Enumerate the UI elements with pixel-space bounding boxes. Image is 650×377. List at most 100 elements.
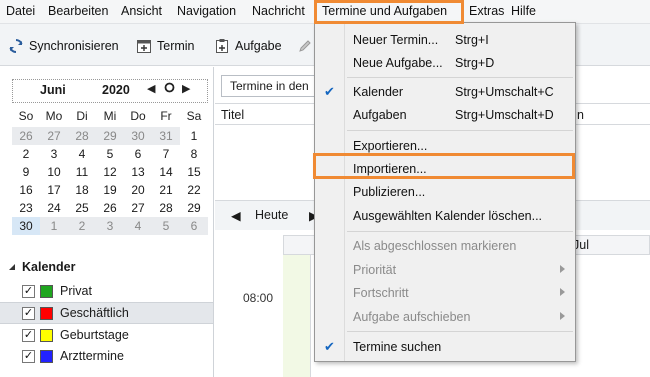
day-cell[interactable]: 4 bbox=[68, 145, 96, 163]
day-cell[interactable]: 30 bbox=[124, 127, 152, 145]
day-cell[interactable]: 22 bbox=[180, 181, 208, 199]
calendar-item-arzttermine[interactable]: ✓ Arzttermine bbox=[0, 345, 213, 367]
today-button[interactable]: Heute bbox=[255, 208, 288, 222]
column-right[interactable]: n bbox=[577, 108, 584, 122]
menu-item-new-event[interactable]: Neuer Termin... Strg+I bbox=[315, 29, 575, 51]
menu-item-mark-completed: Als abgeschlossen markieren bbox=[315, 235, 575, 257]
menu-extras[interactable]: Extras bbox=[469, 4, 504, 18]
new-event-button[interactable]: Termin bbox=[136, 36, 195, 56]
day-cell[interactable]: 19 bbox=[96, 181, 124, 199]
checkbox[interactable]: ✓ bbox=[22, 349, 35, 363]
menu-item-aufgaben[interactable]: Aufgaben Strg+Umschalt+D bbox=[315, 104, 575, 126]
day-cell[interactable]: 28 bbox=[152, 199, 180, 217]
day-cell[interactable]: 1 bbox=[40, 217, 68, 235]
day-cell[interactable]: 7 bbox=[152, 145, 180, 163]
menu-navigation[interactable]: Navigation bbox=[177, 4, 236, 18]
day-cell[interactable]: 4 bbox=[124, 217, 152, 235]
menu-bearbeiten[interactable]: Bearbeiten bbox=[48, 4, 108, 18]
day-cell[interactable]: 17 bbox=[40, 181, 68, 199]
day-cell[interactable]: 3 bbox=[96, 217, 124, 235]
menu-item-label: Publizieren... bbox=[353, 185, 426, 199]
day-cell[interactable]: 27 bbox=[40, 127, 68, 145]
previous-day-icon[interactable]: ◀ bbox=[231, 208, 241, 223]
color-swatch bbox=[40, 306, 53, 320]
menu-item-shortcut: Strg+Umschalt+D bbox=[455, 108, 554, 122]
calendar-item-geburtstage[interactable]: ✓ Geburtstage bbox=[0, 324, 213, 346]
menu-item-exportieren[interactable]: Exportieren... bbox=[315, 135, 575, 157]
checkbox[interactable]: ✓ bbox=[22, 284, 35, 298]
day-cell[interactable]: 2 bbox=[68, 217, 96, 235]
sync-button[interactable]: Synchronisieren bbox=[8, 36, 119, 56]
column-title[interactable]: Titel bbox=[221, 108, 244, 122]
day-cell[interactable]: 3 bbox=[40, 145, 68, 163]
new-task-button[interactable]: Aufgabe bbox=[214, 36, 282, 56]
day-cell-today[interactable]: 30 bbox=[12, 217, 40, 235]
menu-nachricht[interactable]: Nachricht bbox=[252, 4, 305, 18]
day-cell[interactable]: 6 bbox=[124, 145, 152, 163]
day-cell[interactable]: 26 bbox=[96, 199, 124, 217]
day-cell[interactable]: 27 bbox=[124, 199, 152, 217]
menu-item-new-task[interactable]: Neue Aufgabe... Strg+D bbox=[315, 52, 575, 74]
menu-ansicht[interactable]: Ansicht bbox=[121, 4, 162, 18]
day-cell[interactable]: 29 bbox=[96, 127, 124, 145]
day-cell[interactable]: 18 bbox=[68, 181, 96, 199]
termine-menu-dropdown: Neuer Termin... Strg+I Neue Aufgabe... S… bbox=[314, 22, 576, 362]
menu-item-importieren[interactable]: Importieren... bbox=[315, 158, 575, 180]
day-cell[interactable]: 16 bbox=[12, 181, 40, 199]
day-column[interactable] bbox=[283, 255, 311, 377]
next-month-icon[interactable]: ▶ bbox=[182, 82, 190, 95]
menu-item-progress: Fortschritt bbox=[315, 282, 575, 304]
day-cell[interactable]: 23 bbox=[12, 199, 40, 217]
mini-calendar-month[interactable]: Juni bbox=[40, 83, 66, 97]
day-cell[interactable]: 24 bbox=[40, 199, 68, 217]
week-row: 23 24 25 26 27 28 29 bbox=[12, 199, 208, 217]
day-cell[interactable]: 20 bbox=[124, 181, 152, 199]
previous-month-icon[interactable]: ◀ bbox=[147, 82, 155, 95]
calendar-item-privat[interactable]: ✓ Privat bbox=[0, 280, 213, 302]
day-cell[interactable]: 8 bbox=[180, 145, 208, 163]
menu-datei[interactable]: Datei bbox=[6, 4, 35, 18]
menu-item-label: Fortschritt bbox=[353, 286, 409, 300]
submenu-arrow-icon bbox=[560, 265, 565, 273]
menu-termine-und-aufgaben[interactable]: Termine und Aufgaben bbox=[322, 4, 447, 18]
calendar-list-header[interactable]: Kalender bbox=[8, 260, 76, 274]
day-cell[interactable]: 2 bbox=[12, 145, 40, 163]
checkbox[interactable]: ✓ bbox=[22, 306, 35, 320]
mini-calendar-year[interactable]: 2020 bbox=[102, 83, 130, 97]
day-cell[interactable]: 15 bbox=[180, 163, 208, 181]
today-circle-icon[interactable] bbox=[164, 82, 175, 96]
weekday-row: So Mo Di Mi Do Fr Sa bbox=[12, 107, 208, 125]
day-cell[interactable]: 11 bbox=[68, 163, 96, 181]
day-cell[interactable]: 25 bbox=[68, 199, 96, 217]
day-cell[interactable]: 9 bbox=[12, 163, 40, 181]
menu-item-label: Als abgeschlossen markieren bbox=[353, 239, 517, 253]
menu-item-kalender[interactable]: ✔ Kalender Strg+Umschalt+C bbox=[315, 81, 575, 103]
day-cell[interactable]: 26 bbox=[12, 127, 40, 145]
day-cell[interactable]: 13 bbox=[124, 163, 152, 181]
checkbox[interactable]: ✓ bbox=[22, 328, 35, 342]
calendar-name: Privat bbox=[60, 284, 92, 298]
day-cell[interactable]: 31 bbox=[152, 127, 180, 145]
day-cell[interactable]: 10 bbox=[40, 163, 68, 181]
edit-button[interactable] bbox=[298, 36, 312, 56]
menu-hilfe[interactable]: Hilfe bbox=[511, 4, 536, 18]
day-cell[interactable]: 14 bbox=[152, 163, 180, 181]
day-cell[interactable]: 6 bbox=[180, 217, 208, 235]
calendar-list-title: Kalender bbox=[22, 260, 76, 274]
day-cell[interactable]: 21 bbox=[152, 181, 180, 199]
menu-separator bbox=[347, 130, 573, 131]
menu-item-publizieren[interactable]: Publizieren... bbox=[315, 181, 575, 203]
day-cell[interactable]: 1 bbox=[180, 127, 208, 145]
day-cell[interactable]: 5 bbox=[152, 217, 180, 235]
menu-item-delete-calendar[interactable]: Ausgewählten Kalender löschen... bbox=[315, 205, 575, 227]
day-cell[interactable]: 29 bbox=[180, 199, 208, 217]
menu-item-search-events[interactable]: ✔ Termine suchen bbox=[315, 336, 575, 358]
day-cell[interactable]: 5 bbox=[96, 145, 124, 163]
event-filter-select[interactable]: Termine in den bbox=[221, 75, 321, 97]
day-cell[interactable]: 28 bbox=[68, 127, 96, 145]
weekday-label: Fr bbox=[160, 109, 172, 123]
weekday-label: Mo bbox=[45, 109, 63, 123]
calendar-item-geschaeftlich[interactable]: ✓ Geschäftlich bbox=[0, 302, 213, 324]
day-cell[interactable]: 12 bbox=[96, 163, 124, 181]
menu-item-shortcut: Strg+I bbox=[455, 33, 489, 47]
